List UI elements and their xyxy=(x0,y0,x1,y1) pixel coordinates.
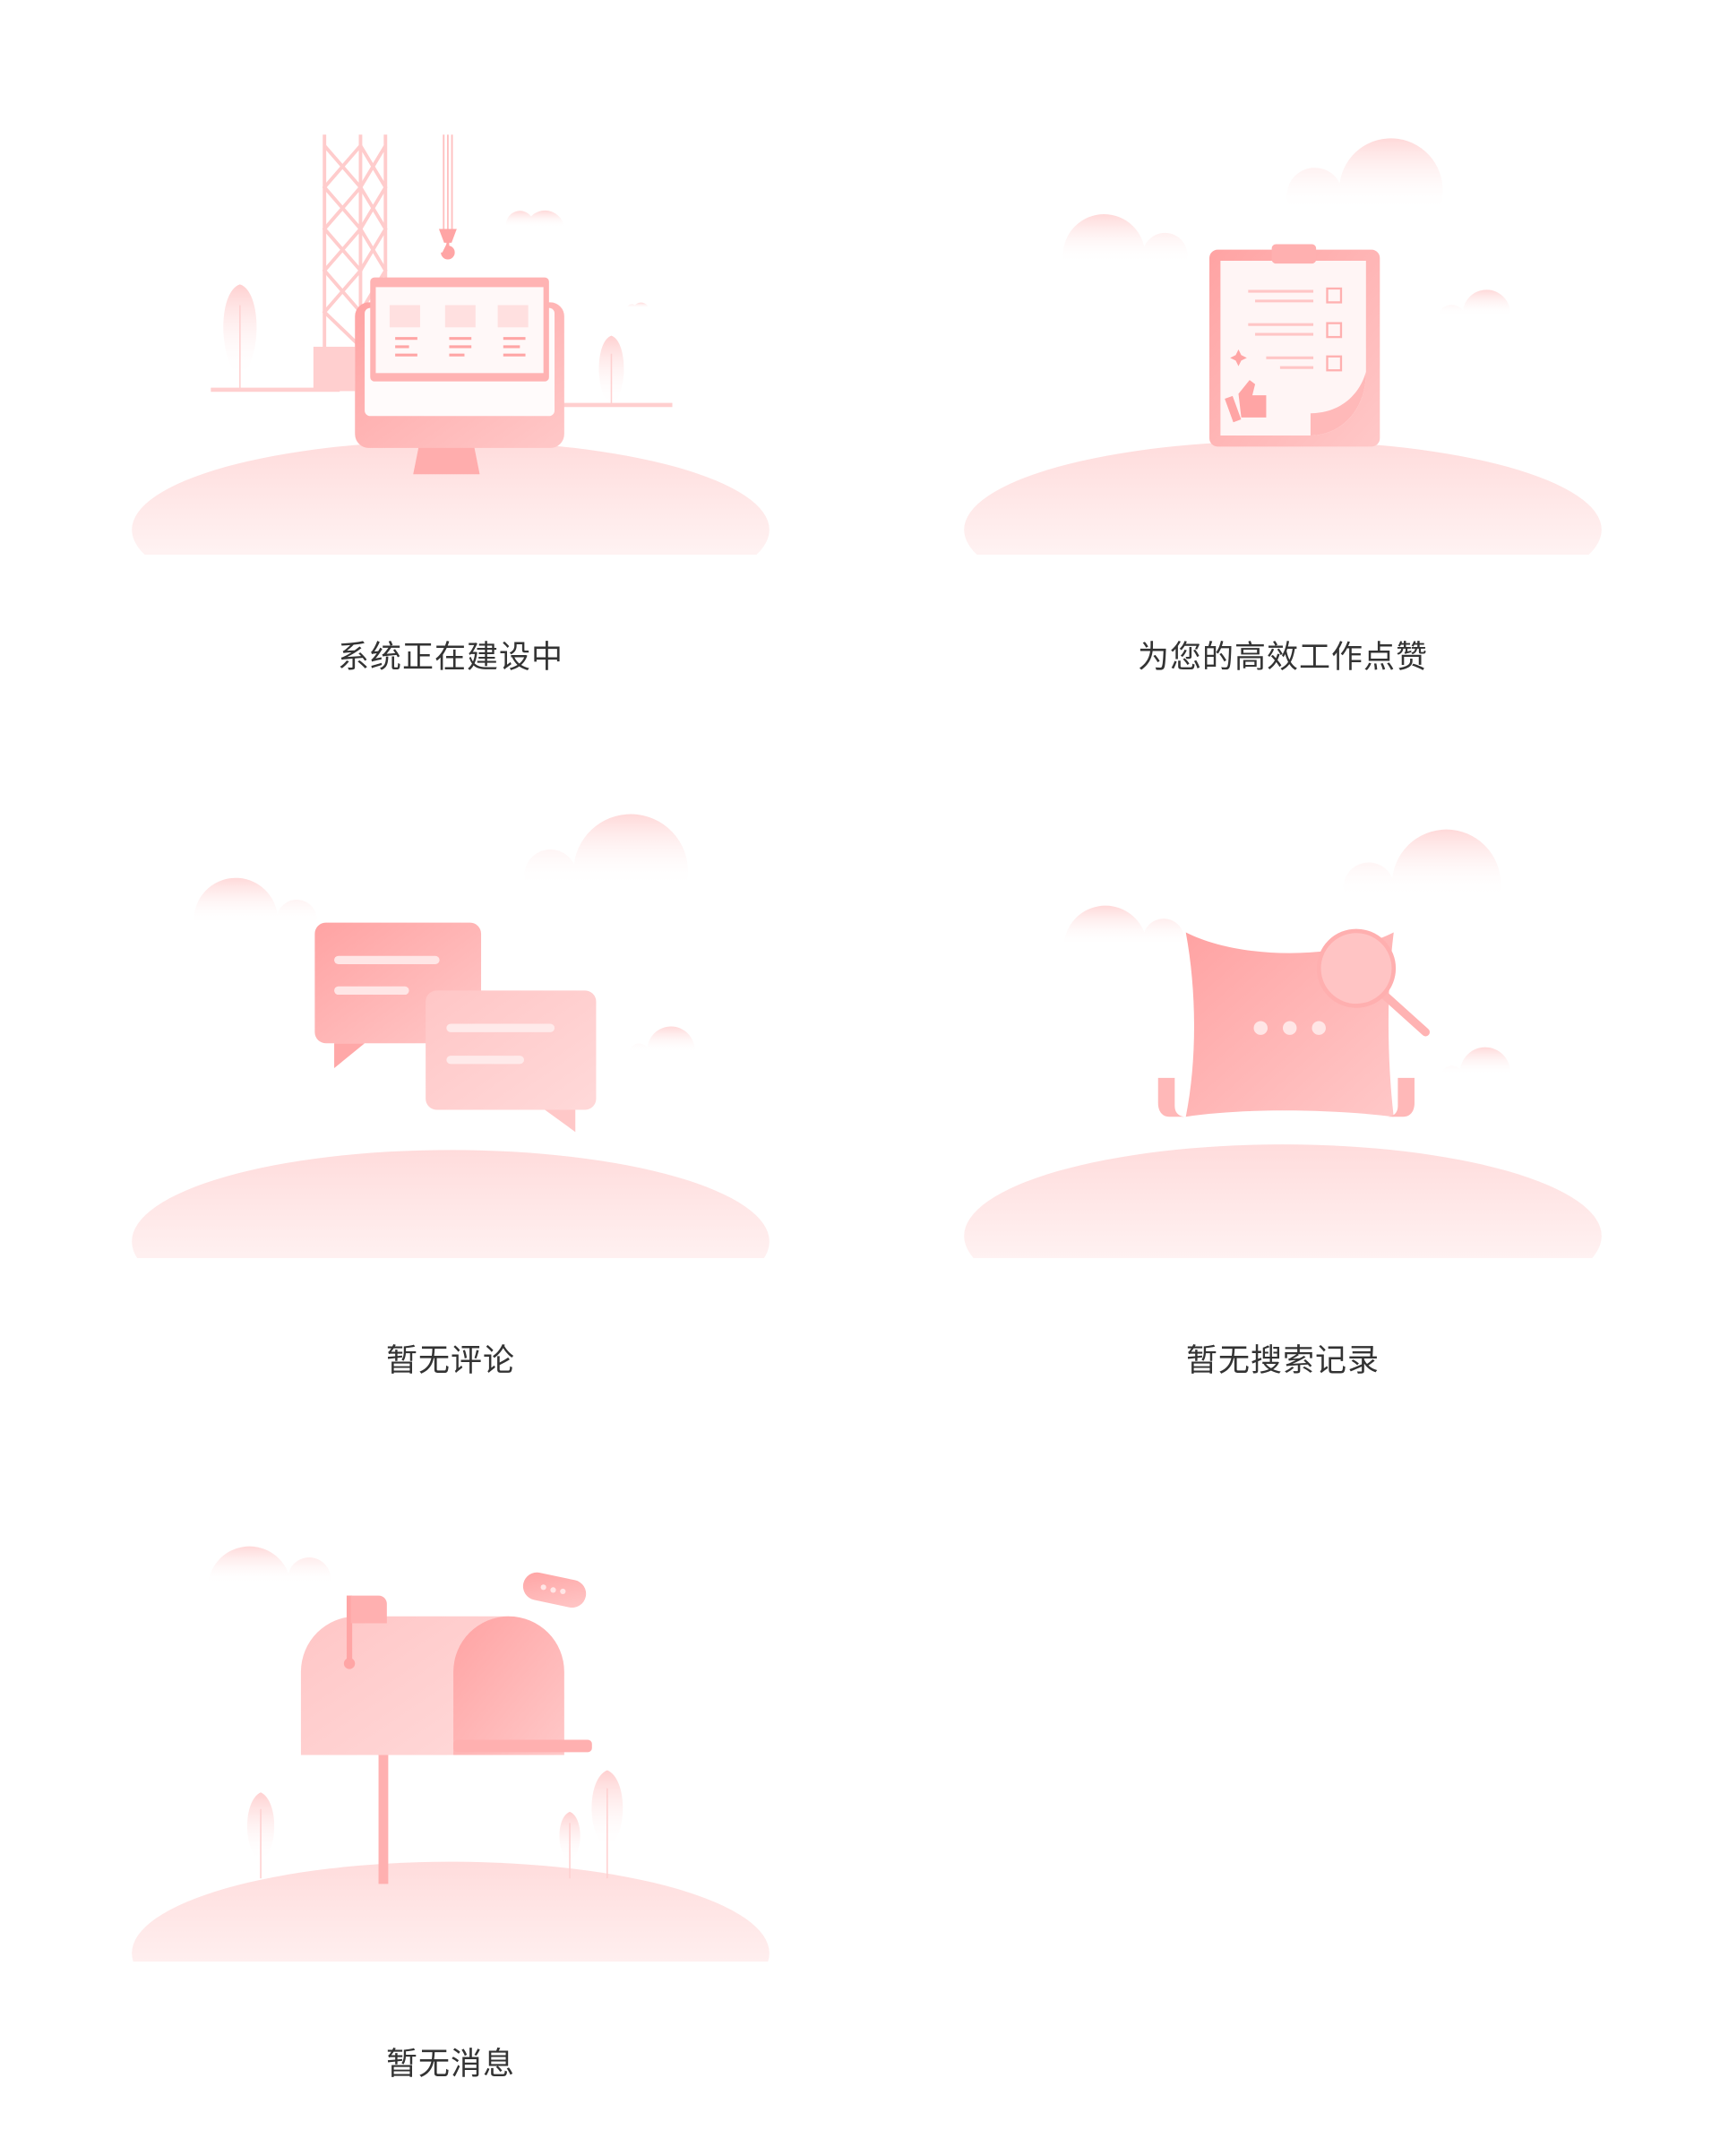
cloud-icon xyxy=(628,1026,695,1054)
tree-icon xyxy=(223,284,257,390)
construction-illustration xyxy=(132,134,770,555)
cloud-icon xyxy=(1440,1047,1510,1075)
cloud-icon xyxy=(194,877,317,926)
empty-state-caption: 为您的高效工作点赞 xyxy=(1137,640,1428,676)
cloud-icon xyxy=(524,814,689,887)
monitor-icon xyxy=(355,277,564,475)
chat-bubble-icon xyxy=(426,990,597,1133)
search-illustration xyxy=(964,829,1602,1258)
empty-state-caption: 系统正在建设中 xyxy=(337,640,563,676)
message-bubble-icon xyxy=(522,1572,587,1608)
crane-hook-icon xyxy=(443,134,453,229)
cloud-icon xyxy=(208,1546,331,1585)
cloud-icon xyxy=(1343,829,1501,898)
mailbox-illustration xyxy=(132,1546,770,1962)
empty-state-like-work: 为您的高效工作点赞 xyxy=(964,83,1602,676)
cloud-icon xyxy=(1286,138,1443,211)
empty-state-under-construction: 系统正在建设中 xyxy=(132,83,770,676)
empty-state-caption: 暂无消息 xyxy=(385,2047,515,2083)
tree-icon xyxy=(246,1792,275,1879)
empty-state-caption: 暂无评论 xyxy=(385,1343,515,1379)
mailbox-icon xyxy=(300,1595,592,1755)
tree-icon xyxy=(598,335,624,405)
comments-illustration xyxy=(132,814,770,1258)
empty-state-caption: 暂无搜索记录 xyxy=(1185,1343,1380,1379)
empty-state-no-search-history: 暂无搜索记录 xyxy=(964,787,1602,1379)
empty-state-no-messages: 暂无消息 xyxy=(132,1490,770,2083)
cloud-icon xyxy=(505,210,564,228)
tree-icon xyxy=(591,1770,624,1879)
empty-state-no-comments: 暂无评论 xyxy=(132,787,770,1379)
cloud-icon xyxy=(626,302,649,308)
clipboard-illustration xyxy=(964,138,1602,555)
cloud-icon xyxy=(1062,214,1188,264)
clipboard-icon xyxy=(1209,244,1380,447)
cloud-icon xyxy=(1438,289,1510,316)
cloud-icon xyxy=(1063,905,1184,946)
